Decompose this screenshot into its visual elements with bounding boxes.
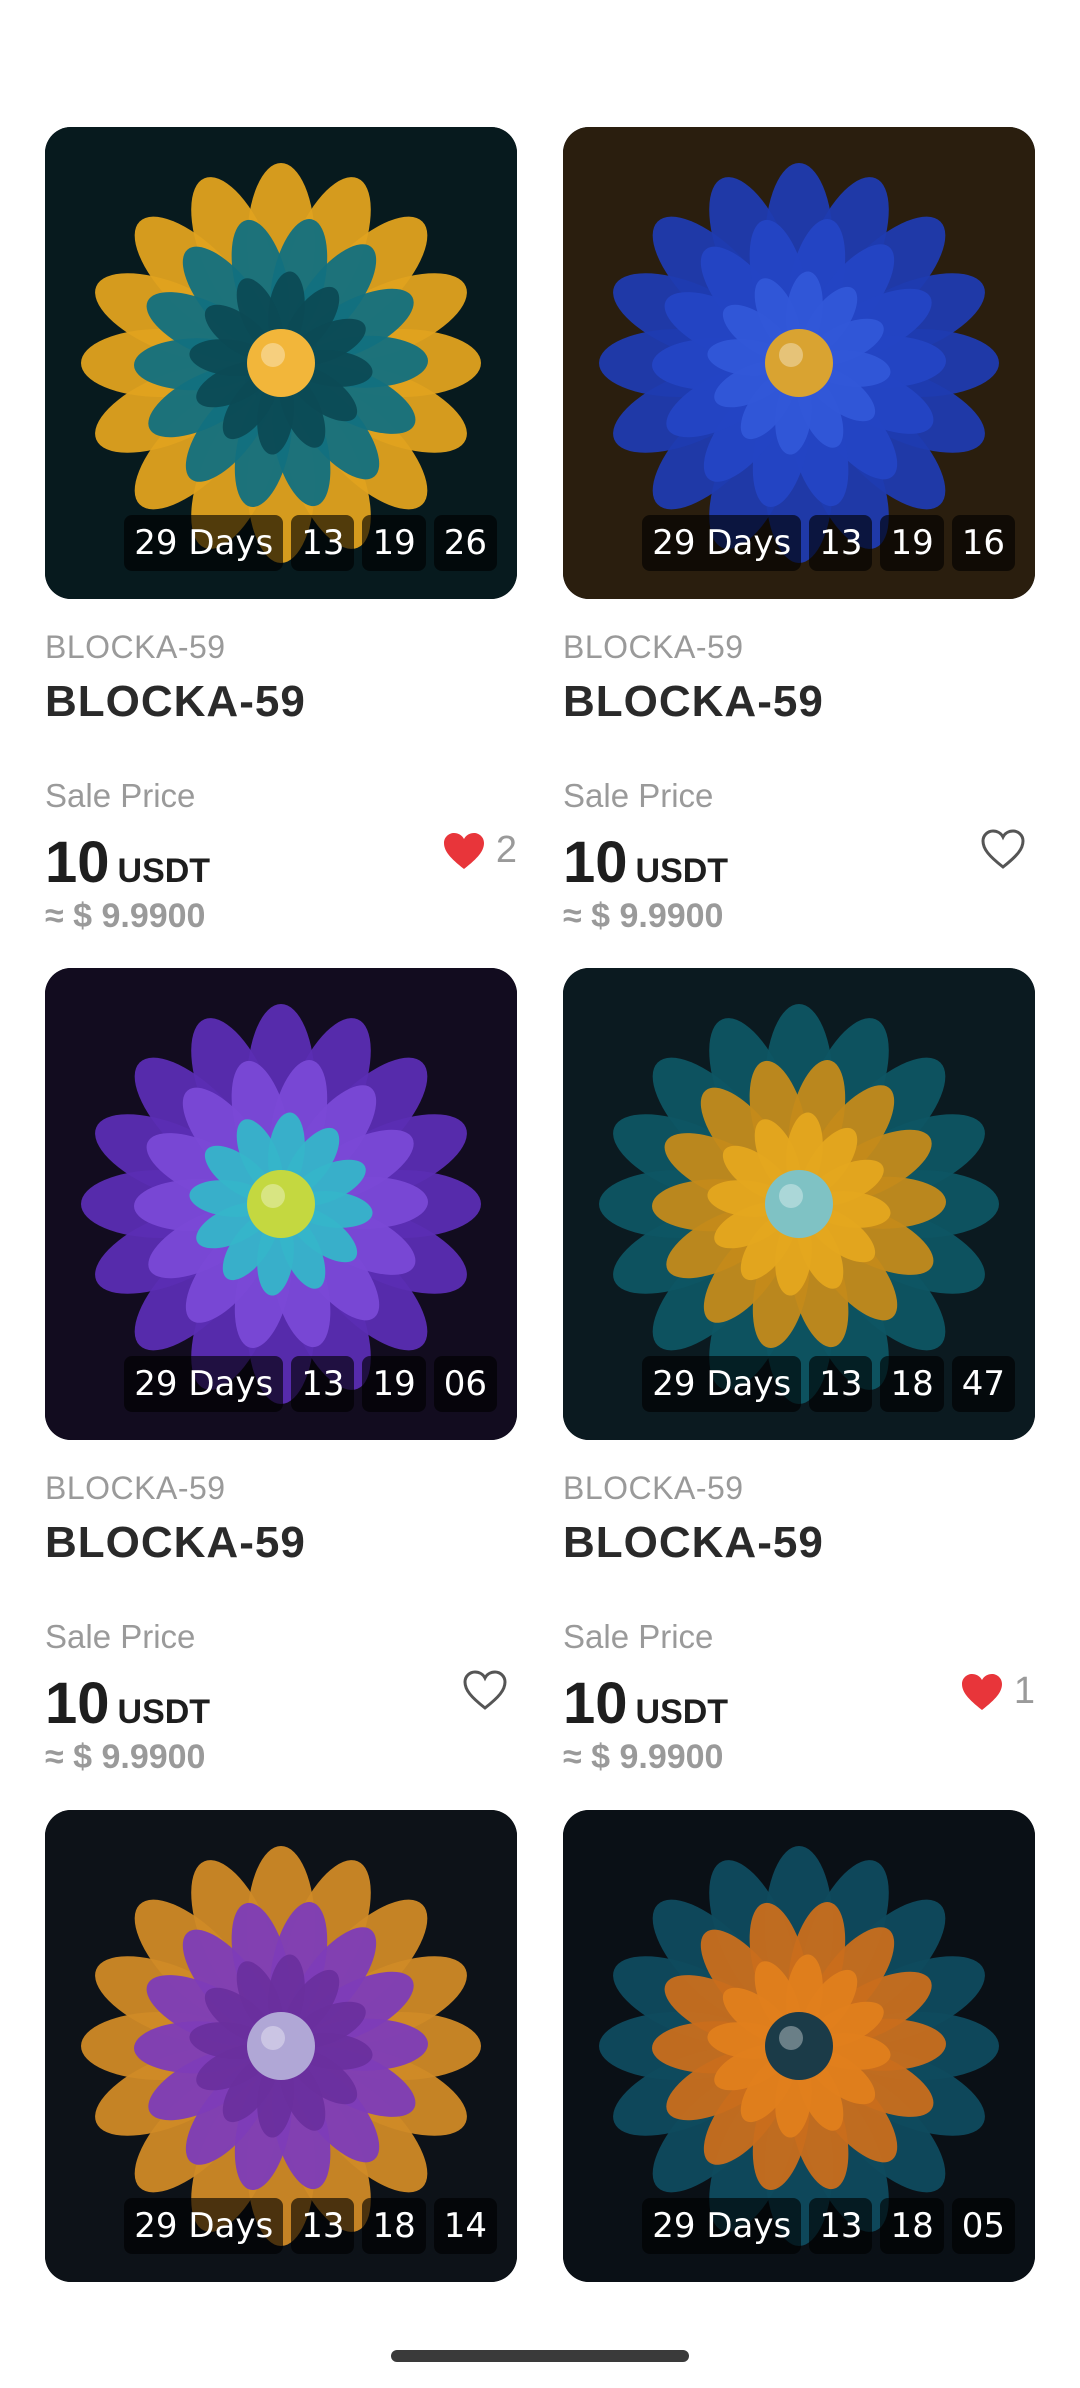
sale-price-label: Sale Price bbox=[45, 777, 196, 814]
price-unit: USDT bbox=[635, 1693, 729, 1731]
nft-card[interactable]: 29 Days 13 19 26 BLOCKA-59 BLOCKA-59 Sal… bbox=[45, 127, 517, 935]
countdown-timer: 29 Days 13 19 26 bbox=[124, 515, 497, 571]
timer-days: 29 Days bbox=[124, 1356, 284, 1412]
timer-minutes: 19 bbox=[362, 515, 426, 571]
timer-seconds: 06 bbox=[433, 1356, 497, 1412]
timer-minutes: 18 bbox=[362, 2198, 426, 2254]
countdown-timer: 29 Days 13 18 14 bbox=[124, 2198, 497, 2254]
nft-image[interactable]: 29 Days 13 18 14 bbox=[45, 1810, 517, 2282]
nft-image[interactable]: 29 Days 13 18 47 bbox=[563, 968, 1035, 1440]
like-button[interactable] bbox=[981, 829, 1035, 869]
heart-filled-icon bbox=[443, 832, 484, 869]
nft-card[interactable]: 29 Days 13 19 16 BLOCKA-59 BLOCKA-59 Sal… bbox=[563, 127, 1035, 935]
nft-title: BLOCKA-59 bbox=[45, 677, 306, 726]
countdown-timer: 29 Days 13 19 06 bbox=[124, 1356, 497, 1412]
price: 10 USDT bbox=[563, 829, 728, 896]
timer-days: 29 Days bbox=[642, 1356, 802, 1412]
like-button[interactable]: 1 bbox=[960, 1670, 1035, 1713]
nft-card[interactable]: 29 Days 13 18 47 BLOCKA-59 BLOCKA-59 Sal… bbox=[563, 968, 1035, 1776]
nft-image[interactable]: 29 Days 13 19 26 bbox=[45, 127, 517, 599]
timer-days: 29 Days bbox=[642, 2198, 802, 2254]
countdown-timer: 29 Days 13 18 05 bbox=[642, 2198, 1015, 2254]
heart-filled-icon bbox=[961, 1673, 1002, 1710]
nft-title: BLOCKA-59 bbox=[563, 1518, 824, 1567]
sale-price-label: Sale Price bbox=[45, 1618, 196, 1655]
like-button[interactable] bbox=[463, 1670, 517, 1710]
timer-seconds: 05 bbox=[951, 2198, 1015, 2254]
timer-seconds: 16 bbox=[951, 515, 1015, 571]
countdown-timer: 29 Days 13 18 47 bbox=[642, 1356, 1015, 1412]
price-value: 10 bbox=[563, 830, 628, 895]
price-usd: ≈ $ 9.9900 bbox=[45, 1738, 206, 1776]
like-button[interactable]: 2 bbox=[442, 829, 517, 872]
nft-grid: 29 Days 13 19 26 BLOCKA-59 BLOCKA-59 Sal… bbox=[0, 0, 1080, 2388]
price-value: 10 bbox=[563, 1671, 628, 1736]
timer-days: 29 Days bbox=[124, 2198, 284, 2254]
sale-price-label: Sale Price bbox=[563, 777, 714, 814]
countdown-timer: 29 Days 13 19 16 bbox=[642, 515, 1015, 571]
price-value: 10 bbox=[45, 1671, 110, 1736]
price: 10 USDT bbox=[563, 1670, 728, 1737]
collection-name: BLOCKA-59 bbox=[563, 629, 744, 665]
timer-minutes: 19 bbox=[362, 1356, 426, 1412]
timer-minutes: 18 bbox=[880, 1356, 944, 1412]
price-usd: ≈ $ 9.9900 bbox=[563, 1738, 724, 1776]
nft-image[interactable]: 29 Days 13 19 06 bbox=[45, 968, 517, 1440]
collection-name: BLOCKA-59 bbox=[563, 1470, 744, 1506]
price-value: 10 bbox=[45, 830, 110, 895]
nft-card[interactable]: 29 Days 13 18 14 bbox=[45, 1810, 517, 2282]
timer-minutes: 19 bbox=[880, 515, 944, 571]
heart-outline-icon bbox=[981, 829, 1025, 869]
collection-name: BLOCKA-59 bbox=[45, 1470, 226, 1506]
timer-days: 29 Days bbox=[124, 515, 284, 571]
timer-hours: 13 bbox=[291, 1356, 355, 1412]
timer-seconds: 26 bbox=[433, 515, 497, 571]
price-unit: USDT bbox=[117, 1693, 211, 1731]
price: 10 USDT bbox=[45, 1670, 210, 1737]
timer-hours: 13 bbox=[809, 2198, 873, 2254]
nft-title: BLOCKA-59 bbox=[563, 677, 824, 726]
price-unit: USDT bbox=[117, 852, 211, 890]
home-indicator[interactable] bbox=[391, 2350, 689, 2362]
sale-price-label: Sale Price bbox=[563, 1618, 714, 1655]
timer-hours: 13 bbox=[809, 1356, 873, 1412]
price-unit: USDT bbox=[635, 852, 729, 890]
price-usd: ≈ $ 9.9900 bbox=[563, 897, 724, 935]
timer-hours: 13 bbox=[291, 2198, 355, 2254]
timer-minutes: 18 bbox=[880, 2198, 944, 2254]
timer-seconds: 47 bbox=[951, 1356, 1015, 1412]
collection-name: BLOCKA-59 bbox=[45, 629, 226, 665]
timer-hours: 13 bbox=[291, 515, 355, 571]
nft-image[interactable]: 29 Days 13 18 05 bbox=[563, 1810, 1035, 2282]
nft-card[interactable]: 29 Days 13 19 06 BLOCKA-59 BLOCKA-59 Sal… bbox=[45, 968, 517, 1776]
like-count: 2 bbox=[495, 829, 517, 871]
price-usd: ≈ $ 9.9900 bbox=[45, 897, 206, 935]
timer-hours: 13 bbox=[809, 515, 873, 571]
price: 10 USDT bbox=[45, 829, 210, 896]
nft-image[interactable]: 29 Days 13 19 16 bbox=[563, 127, 1035, 599]
nft-title: BLOCKA-59 bbox=[45, 1518, 306, 1567]
like-count: 1 bbox=[1013, 1670, 1035, 1712]
nft-card[interactable]: 29 Days 13 18 05 bbox=[563, 1810, 1035, 2282]
timer-seconds: 14 bbox=[433, 2198, 497, 2254]
heart-outline-icon bbox=[463, 1670, 507, 1710]
timer-days: 29 Days bbox=[642, 515, 802, 571]
